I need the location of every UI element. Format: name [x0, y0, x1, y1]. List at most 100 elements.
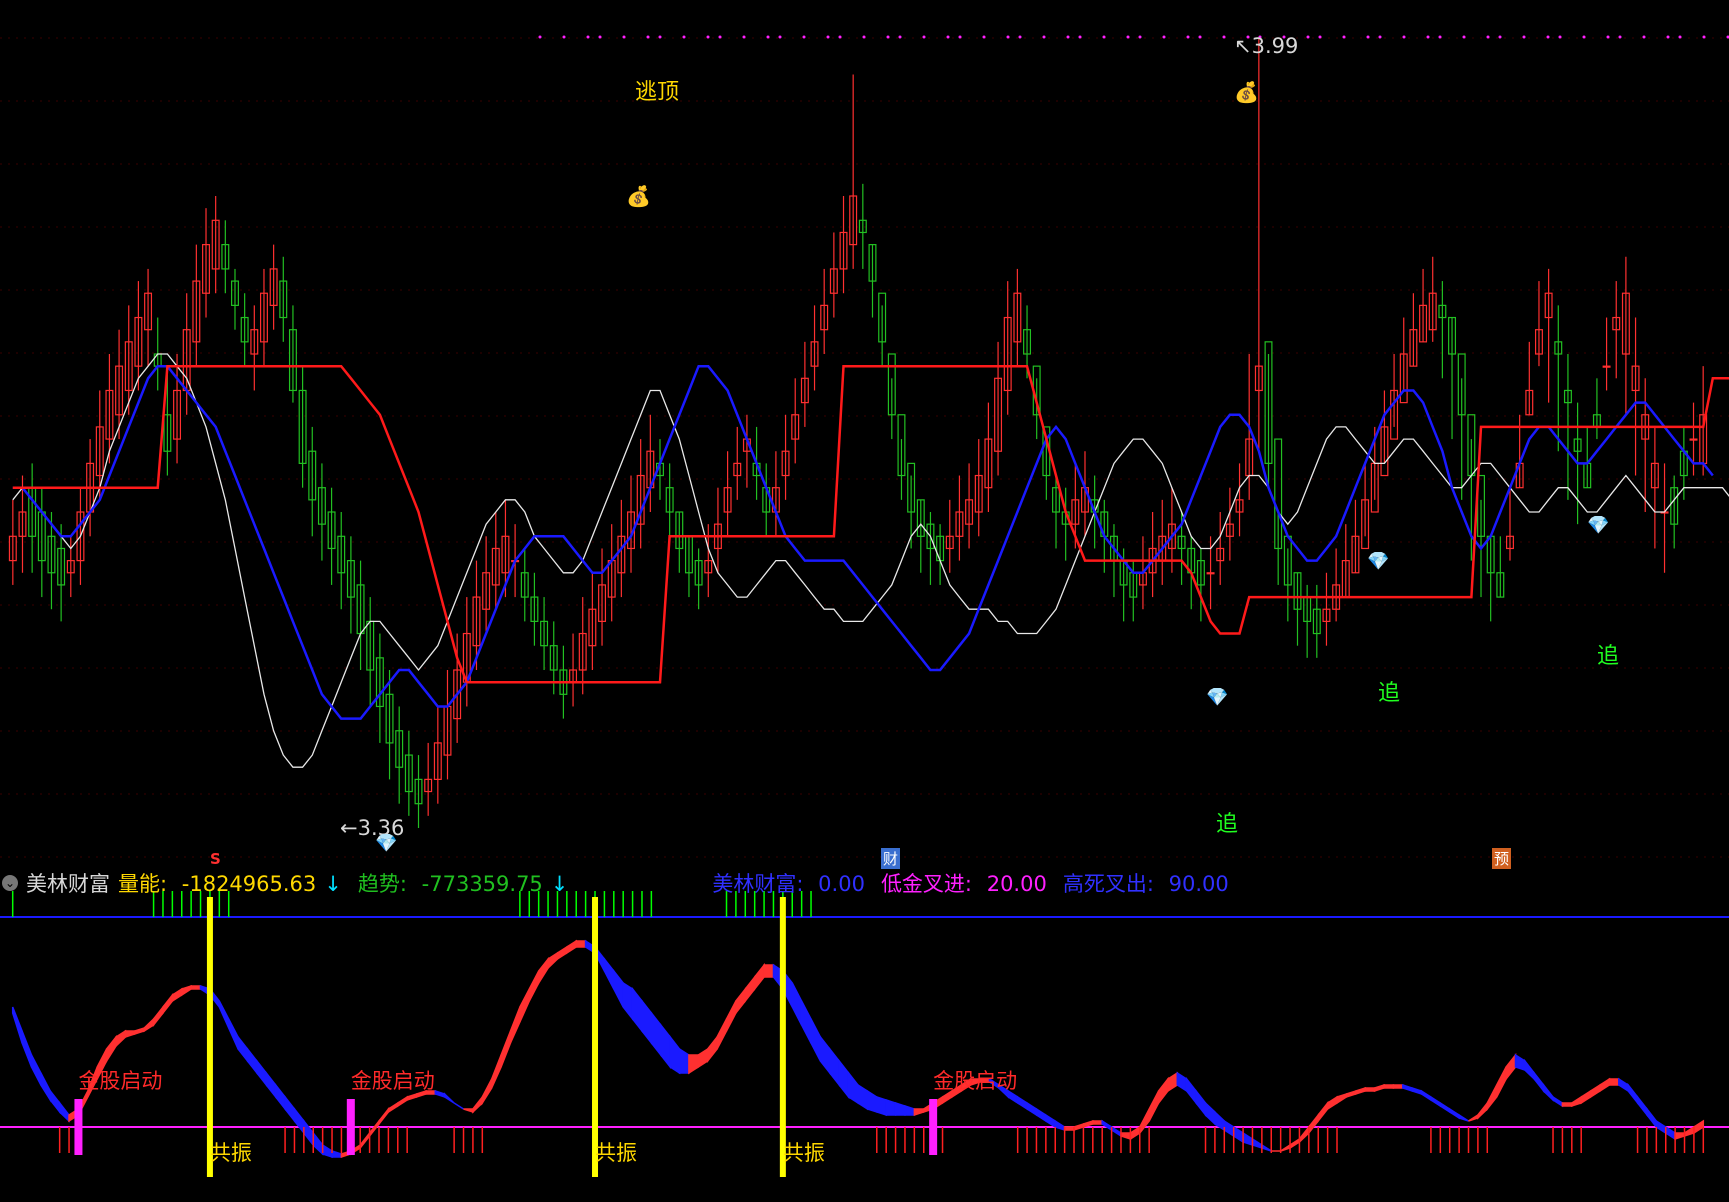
wealth-band-segment	[603, 956, 615, 990]
wealth-band-segment	[706, 1034, 718, 1064]
wealth-band-segment	[725, 1000, 737, 1032]
wealth-band-segment	[1542, 1082, 1554, 1102]
wealth-band-segment	[293, 1106, 305, 1136]
wealth-band-segment	[1392, 1084, 1404, 1089]
wealth-band-segment	[303, 1118, 314, 1148]
wealth-band-segment	[829, 1046, 840, 1088]
wealth-band-segment	[575, 940, 587, 948]
top-dot	[1198, 35, 1202, 39]
wealth-band-segment	[1054, 1119, 1066, 1132]
wealth-band-segment	[622, 981, 634, 1022]
top-dot	[658, 35, 662, 39]
top-dot	[862, 35, 866, 39]
wealth-band-segment	[1514, 1053, 1526, 1072]
price-high-label: ↖3.99	[1234, 34, 1299, 58]
wealth-band-segment	[1439, 1101, 1451, 1114]
top-dot	[1222, 35, 1226, 39]
diamond-icon: 💎	[375, 833, 398, 854]
chart-stage: 逃顶 追 追 追 ↖3.99 ←3.36 S 财 预 💰 💰 💎 💎 💎 💎 ⌄…	[0, 0, 1729, 1202]
top-dot	[922, 35, 926, 39]
wealth-band-segment	[1458, 1113, 1469, 1122]
wealth-band-segment	[1308, 1112, 1319, 1136]
wealth-band-segment	[857, 1083, 869, 1111]
wealth-band-segment	[1571, 1095, 1582, 1108]
wealth-band-segment	[528, 970, 540, 1002]
top-dot	[1498, 35, 1502, 39]
top-dot	[1606, 35, 1610, 39]
label-chase-3: 追	[1597, 644, 1620, 669]
wealth-band-segment	[1646, 1106, 1658, 1130]
golden-start-bar	[346, 1099, 355, 1155]
wealth-band-segment	[1411, 1086, 1423, 1096]
top-dot	[1402, 35, 1406, 39]
wealth-band-segment	[1298, 1124, 1310, 1144]
wealth-band-segment	[143, 1017, 155, 1033]
wealth-band-segment	[1251, 1137, 1263, 1150]
top-dot	[1366, 35, 1370, 39]
label-jingu: 金股启动	[350, 1069, 435, 1093]
candle-body	[1602, 365, 1611, 368]
wealth-band-segment	[1618, 1077, 1629, 1093]
wealth-band-segment	[312, 1130, 324, 1156]
top-dot	[982, 35, 986, 39]
wealth-band-segment	[171, 987, 183, 1003]
wealth-band-segment	[1674, 1132, 1686, 1141]
wealth-band-segment	[58, 1100, 70, 1123]
wealth-band-segment	[1232, 1125, 1244, 1144]
wealth-band-segment	[913, 1108, 925, 1117]
top-dot	[778, 35, 782, 39]
liangneng-label: 量能:	[118, 872, 168, 896]
wealth-band-segment	[810, 1018, 822, 1062]
wealth-band-segment	[218, 1000, 230, 1029]
meilin: 美林财富: 0.00	[712, 868, 873, 898]
wealth-band-segment	[1420, 1089, 1432, 1102]
top-dot	[1342, 35, 1346, 39]
collapse-icon[interactable]: ⌄	[2, 875, 18, 891]
top-dot	[946, 35, 950, 39]
wealth-band-segment	[11, 1006, 23, 1044]
wealth-band-segment	[1468, 1113, 1479, 1122]
wealth-band-segment	[1016, 1095, 1028, 1111]
top-dot	[1486, 35, 1490, 39]
wealth-band-segment	[1101, 1119, 1113, 1132]
wealth-band-segment	[434, 1089, 446, 1099]
wealth-band-segment	[321, 1143, 333, 1159]
top-dot-row	[538, 35, 1729, 39]
wealth-band-segment	[1655, 1119, 1667, 1135]
wealth-band-segment	[1580, 1089, 1592, 1105]
candle-body	[1689, 438, 1698, 441]
wealth-band-segment	[443, 1092, 455, 1104]
wealth-band-segment	[537, 956, 549, 986]
wealth-band-segment	[453, 1102, 464, 1110]
wealth-band-segment	[115, 1029, 127, 1048]
top-dot	[1066, 35, 1070, 39]
top-dot	[622, 35, 626, 39]
wealth-band-segment	[1664, 1125, 1676, 1141]
wealth-band-segment	[472, 1094, 484, 1114]
wealth-band-segment	[284, 1094, 296, 1124]
dijin-label: 低金叉进:	[880, 872, 973, 896]
wealth-band-segment	[678, 1047, 690, 1074]
liangneng-value: -1824965.63	[181, 872, 317, 896]
wealth-band-segment	[744, 974, 756, 1004]
wealth-band-segment	[866, 1089, 878, 1114]
wealth-band-segment	[613, 968, 624, 1008]
top-dot	[598, 35, 602, 39]
wealth-band-segment	[547, 951, 559, 970]
candles	[8, 38, 1708, 828]
wealth-band-segment	[1185, 1076, 1197, 1106]
top-dot	[1306, 35, 1310, 39]
top-dot	[718, 35, 722, 39]
golden-start-bar	[929, 1099, 938, 1155]
wealth-band-segment	[1148, 1090, 1160, 1122]
wealth-band-segment	[791, 982, 803, 1026]
wealth-band-segment	[669, 1034, 681, 1075]
wealth-band-segment	[40, 1072, 52, 1103]
wealth-band-segment	[1477, 1100, 1489, 1120]
wealth-band-segment	[1045, 1113, 1056, 1129]
diamond-icon: 💎	[1206, 687, 1229, 708]
qushi-value: -773359.75	[421, 872, 543, 896]
money-bag-icon: 💰	[626, 184, 651, 208]
wealth-band-segment	[1120, 1132, 1132, 1141]
wealth-band-segment	[716, 1018, 728, 1050]
